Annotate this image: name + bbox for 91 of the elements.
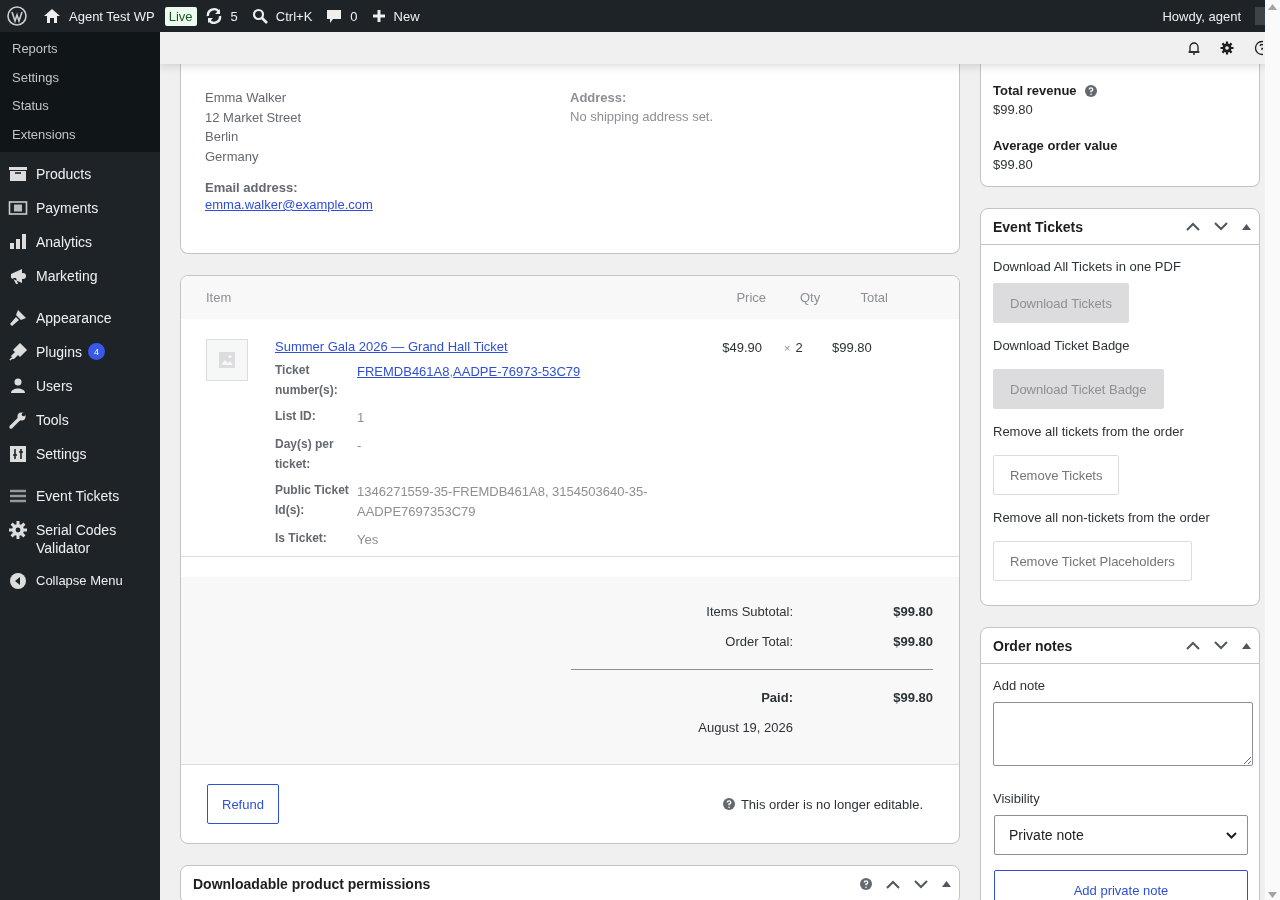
card-title: Order notes — [993, 637, 1074, 654]
menu-item[interactable]: Settings — [0, 437, 160, 471]
menu-label: Products — [36, 165, 93, 183]
meta-value: - — [357, 437, 363, 455]
updates-link[interactable]: 5 — [204, 7, 238, 25]
ticket-link[interactable]: AADPE-76973-53C79 — [453, 364, 581, 379]
price-text: $49.90 — [721, 339, 762, 357]
menu-label: Marketing — [36, 267, 99, 285]
meta-value: Yes — [357, 531, 380, 549]
account-link[interactable]: Howdy, agent — [1162, 8, 1241, 24]
stat-value: $99.80 — [993, 101, 1034, 119]
column-header: Total — [859, 290, 888, 305]
menu-label: Users — [36, 377, 74, 395]
menu-item[interactable]: Event Tickets — [0, 479, 160, 513]
quantity-text: 2 — [795, 340, 803, 355]
menu-item[interactable]: Users — [0, 369, 160, 403]
paid-label: Paid: — [760, 689, 793, 705]
paid-value: $99.80 — [892, 689, 933, 705]
address-label: Address: — [570, 89, 628, 107]
action-label: Download All Tickets in one PDF — [993, 258, 1182, 276]
field-label: Visibility — [993, 790, 1041, 808]
menu-item[interactable]: Appearance — [0, 301, 160, 335]
count-badge: 4 — [87, 343, 105, 360]
line-total-text: $99.80 — [831, 339, 873, 357]
menu-label: Event Tickets — [36, 487, 121, 505]
menu-label: Plugins — [36, 343, 82, 361]
submenu-item[interactable]: Status — [0, 95, 160, 124]
live-badge: Live — [164, 6, 197, 26]
meta-label: Is Ticket: — [275, 530, 328, 547]
times-sign: × — [784, 342, 791, 354]
paid-date: August 19, 2026 — [697, 719, 793, 735]
column-header: Price — [735, 290, 766, 305]
stat-label: Total revenue — [993, 82, 1077, 100]
total-label: Items Subtotal: — [705, 603, 793, 619]
submenu-item[interactable]: Settings — [0, 66, 160, 95]
card-title: Event Tickets — [993, 218, 1084, 235]
menu-item[interactable]: Marketing — [0, 259, 160, 293]
visibility-select[interactable]: Private note — [994, 815, 1248, 855]
submenu-item[interactable]: Extensions — [0, 123, 160, 152]
no-address-text: No shipping address set. — [570, 108, 715, 126]
field-label: Add note — [993, 677, 1047, 695]
meta-value: 1 — [357, 409, 366, 427]
not-editable-note: This order is no longer editable. — [740, 796, 923, 812]
meta-label: Ticket number(s): — [275, 362, 339, 399]
submenu-item[interactable]: Reports — [0, 38, 160, 67]
ticket-link[interactable]: FREMDB461A8 — [357, 364, 450, 379]
menu-item[interactable]: Payments — [0, 191, 160, 225]
menu-label: Appearance — [36, 309, 113, 327]
menu-label: Collapse Menu — [36, 572, 124, 590]
meta-label: List ID: — [275, 408, 317, 425]
menu-item[interactable]: Collapse Menu — [0, 564, 160, 598]
card-title: Downloadable product permissions — [193, 876, 432, 892]
column-header: Item — [205, 290, 233, 305]
meta-value: 1346271559-35-FREMDB461A8, 3154503640-35-AADPE7697353C79 — [357, 483, 649, 521]
address-line: Berlin — [205, 128, 240, 146]
email-label: Email address: — [205, 179, 299, 197]
action-label: Remove all tickets from the order — [993, 423, 1185, 441]
email-link[interactable]: emma.walker@example.com — [205, 197, 373, 212]
menu-label: Settings — [36, 445, 88, 463]
new-link[interactable]: New — [371, 8, 420, 24]
action-button[interactable]: Remove Tickets — [993, 455, 1120, 495]
address-line: Germany — [205, 147, 260, 166]
product-link[interactable]: Summer Gala 2026 — Grand Hall Ticket — [275, 339, 508, 354]
menu-item[interactable]: Products — [0, 157, 160, 191]
address-line: Emma Walker — [205, 89, 288, 107]
action-button[interactable]: Remove Ticket Placeholders — [993, 541, 1192, 581]
menu-label: Analytics — [36, 233, 94, 251]
menu-item[interactable]: Tools — [0, 403, 160, 437]
site-link[interactable]: Agent Test WP — [43, 7, 155, 25]
separator-text: , — [449, 364, 454, 379]
action-label: Download Ticket Badge — [993, 337, 1131, 355]
meta-label: Day(s) per ticket: — [275, 436, 335, 473]
total-label: Order Total: — [724, 633, 793, 649]
address-line: 12 Market Street — [205, 108, 303, 127]
stat-value: $99.80 — [993, 156, 1034, 174]
total-value: $99.80 — [892, 633, 933, 649]
menu-label: Tools — [36, 411, 70, 429]
meta-label: Public Ticket Id(s): — [275, 482, 350, 519]
menu-item[interactable]: Plugins 4 — [0, 335, 160, 369]
search-link[interactable]: Ctrl+K — [251, 8, 313, 24]
menu-item[interactable]: Analytics — [0, 225, 160, 259]
menu-label: Payments — [36, 199, 100, 217]
menu-item[interactable]: Serial Codes Validator — [0, 513, 160, 564]
action-label: Remove all non-tickets from the order — [993, 509, 1211, 527]
add-note-button[interactable]: Add private note — [994, 870, 1248, 900]
total-value: $99.80 — [892, 603, 933, 619]
refund-button[interactable]: Refund — [207, 784, 279, 824]
stat-label: Average order value — [993, 137, 1118, 155]
column-header: Qty — [799, 290, 822, 305]
menu-label: Serial Codes Validator — [36, 521, 118, 557]
comments-link[interactable]: 0 — [326, 8, 358, 24]
